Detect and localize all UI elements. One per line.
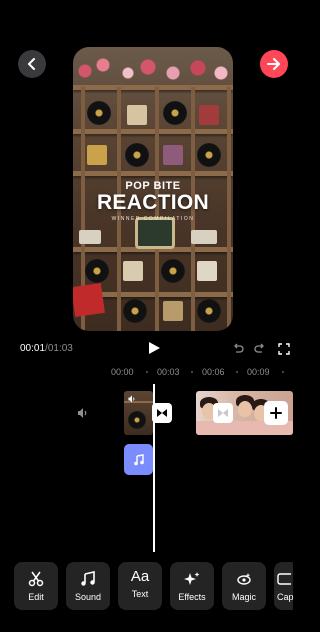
effects-tool-button[interactable]: Effects bbox=[170, 562, 214, 610]
undo-button[interactable] bbox=[232, 342, 244, 354]
tool-label: Text bbox=[131, 589, 149, 599]
chevron-left-icon bbox=[28, 58, 35, 70]
red-book-decoration bbox=[73, 283, 105, 317]
ruler-label: 00:06 bbox=[202, 367, 225, 377]
video-preview[interactable]: POP BITE REACTION WINNER COMPILATION bbox=[73, 47, 233, 331]
captions-tool-button[interactable]: Cap bbox=[274, 562, 294, 610]
captions-icon bbox=[277, 573, 291, 585]
time-display: 00:01/01:03 bbox=[20, 343, 73, 354]
mute-track-button[interactable] bbox=[76, 406, 90, 420]
transition-button[interactable] bbox=[213, 403, 233, 423]
sparkle-icon bbox=[184, 572, 200, 585]
magic-tool-button[interactable]: Magic bbox=[222, 562, 266, 610]
title-subtitle: WINNER COMPILATION bbox=[111, 216, 195, 222]
playhead[interactable] bbox=[153, 384, 155, 552]
music-note-icon bbox=[81, 571, 95, 586]
arrow-right-icon bbox=[267, 58, 280, 70]
text-tool-button[interactable]: Aa Text bbox=[118, 562, 162, 610]
speaker-icon bbox=[128, 395, 135, 403]
edit-tool-button[interactable]: Edit bbox=[14, 562, 58, 610]
current-time: 00:01 bbox=[20, 343, 46, 354]
transition-button[interactable] bbox=[152, 403, 172, 423]
tool-label: Magic bbox=[231, 592, 256, 602]
video-title-overlay: POP BITE REACTION WINNER COMPILATION bbox=[73, 180, 233, 222]
next-button[interactable] bbox=[260, 50, 288, 78]
play-icon bbox=[149, 342, 160, 354]
title-big: REACTION bbox=[96, 191, 210, 214]
tool-label: Edit bbox=[28, 592, 44, 602]
redo-icon bbox=[254, 343, 264, 353]
back-button[interactable] bbox=[18, 50, 46, 78]
plus-icon bbox=[270, 407, 282, 419]
tool-label: Sound bbox=[74, 592, 102, 602]
play-button[interactable] bbox=[147, 341, 161, 355]
radio-decoration bbox=[79, 230, 101, 244]
flowers-decoration bbox=[73, 53, 233, 83]
transition-icon bbox=[157, 409, 167, 417]
music-note-icon bbox=[133, 453, 144, 465]
tool-label: Effects bbox=[178, 592, 206, 602]
undo-icon bbox=[234, 343, 244, 353]
ruler-label: 00:03 bbox=[157, 367, 180, 377]
speaker-icon bbox=[78, 408, 87, 418]
text-aa-icon: Aa bbox=[130, 568, 150, 585]
ruler-label: 00:00 bbox=[111, 367, 134, 377]
fullscreen-icon bbox=[278, 343, 290, 355]
magic-icon bbox=[237, 573, 251, 585]
transition-icon bbox=[218, 409, 228, 417]
add-clip-button[interactable] bbox=[264, 401, 288, 425]
total-time: 01:03 bbox=[47, 343, 73, 354]
fullscreen-button[interactable] bbox=[278, 342, 290, 355]
tool-label: Cap bbox=[277, 592, 294, 602]
redo-button[interactable] bbox=[254, 342, 266, 354]
video-clip[interactable] bbox=[124, 391, 153, 435]
ruler-label: 00:09 bbox=[247, 367, 270, 377]
audio-clip[interactable] bbox=[124, 444, 153, 475]
scissors-icon bbox=[28, 571, 44, 587]
radio-decoration bbox=[191, 230, 217, 244]
sound-tool-button[interactable]: Sound bbox=[66, 562, 110, 610]
